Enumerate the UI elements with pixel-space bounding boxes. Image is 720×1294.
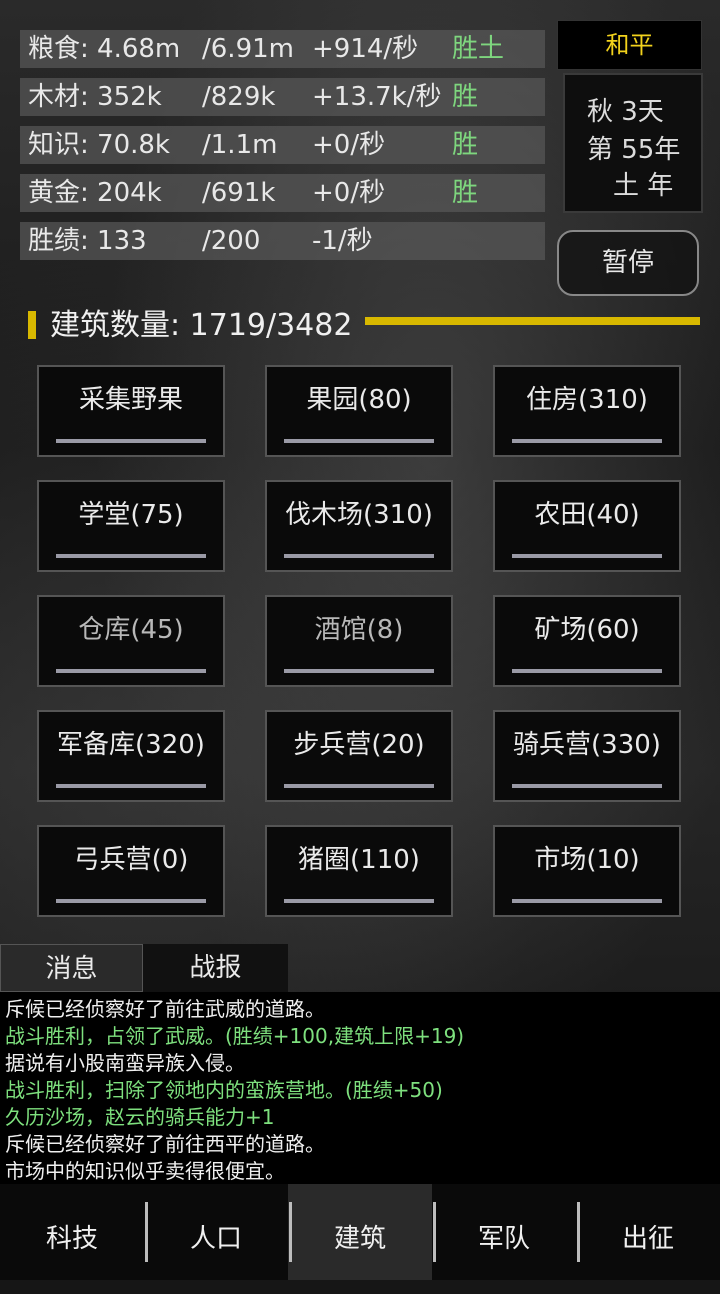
building-label: 住房(310) [526,385,648,415]
building-label: 猪圈(110) [298,845,420,875]
building-button-armory[interactable]: 军备库(320) [37,710,225,802]
building-underline [284,669,434,673]
message-log: 斥候已经侦察好了前往武威的道路。 战斗胜利，占领了武威。(胜绩+100,建筑上限… [0,992,720,1184]
building-label: 军备库(320) [57,730,205,760]
building-underline [512,899,662,903]
nav-divider [433,1202,436,1262]
resource-row-knowledge: 知识: 70.8k /1.1m +0/秒 胜 [20,126,545,164]
log-line: 战斗胜利，扫除了领地内的蛮族营地。(胜绩+50) [5,1078,443,1102]
nav-army[interactable]: 军队 [432,1184,576,1280]
building-label: 骑兵营(330) [513,730,661,760]
resource-row-food: 粮食: 4.68m /6.91m +914/秒 胜土 [20,30,545,68]
building-button-mine[interactable]: 矿场(60) [493,595,681,687]
date-element-year: 土 年 [613,171,674,201]
resource-name: 胜绩: 133 [28,226,147,256]
resource-row-gold: 黄金: 204k /691k +0/秒 胜 [20,174,545,212]
building-label: 弓兵营(0) [73,845,189,875]
building-button-tavern[interactable]: 酒馆(8) [265,595,453,687]
log-line: 久历沙场，赵云的骑兵能力+1 [5,1105,275,1129]
building-label: 农田(40) [534,500,640,530]
resource-max: /200 [202,226,261,256]
nav-divider [289,1202,292,1262]
building-underline [56,899,206,903]
building-underline [56,554,206,558]
building-button-cavalry-camp[interactable]: 骑兵营(330) [493,710,681,802]
building-button-pigsty[interactable]: 猪圈(110) [265,825,453,917]
resource-max: /829k [202,82,276,112]
building-label: 采集野果 [78,385,183,415]
resource-max: /691k [202,178,276,208]
resource-rate: +914/秒 [312,34,419,64]
building-count-label: 建筑数量: 1719/3482 [50,308,353,343]
building-button-school[interactable]: 学堂(75) [37,480,225,572]
building-button-farmland[interactable]: 农田(40) [493,480,681,572]
log-line: 市场中的知识似乎卖得很便宜。 [5,1159,285,1183]
date-panel: 秋 3天 第 55年 土 年 [563,73,703,213]
building-underline [284,899,434,903]
building-count-bar [365,317,700,325]
building-label: 学堂(75) [78,500,184,530]
building-button-infantry-camp[interactable]: 步兵营(20) [265,710,453,802]
resource-row-victory: 胜绩: 133 /200 -1/秒 [20,222,545,260]
date-year: 第 55年 [587,135,681,165]
resource-max: /6.91m [202,34,294,64]
resource-rate: +13.7k/秒 [312,82,442,112]
resource-flag: 胜土 [452,34,505,64]
nav-expedition[interactable]: 出征 [576,1184,720,1280]
resource-rate: -1/秒 [312,226,373,256]
building-button-housing[interactable]: 住房(310) [493,365,681,457]
peace-status-badge: 和平 [557,20,702,70]
building-underline [512,669,662,673]
resource-name: 黄金: 204k [28,178,162,208]
date-season-day: 秋 3天 [587,97,664,127]
nav-buildings[interactable]: 建筑 [288,1184,432,1280]
building-label: 果园(80) [306,385,412,415]
building-label: 矿场(60) [534,615,640,645]
building-underline [284,784,434,788]
building-underline [56,669,206,673]
building-underline [56,784,206,788]
resource-name: 知识: 70.8k [28,130,170,160]
log-line: 斥候已经侦察好了前往武威的道路。 [5,997,325,1021]
building-underline [284,554,434,558]
building-button-warehouse[interactable]: 仓库(45) [37,595,225,687]
building-label: 伐木场(310) [285,500,433,530]
building-button-gather-fruit[interactable]: 采集野果 [37,365,225,457]
nav-divider [577,1202,580,1262]
resource-rate: +0/秒 [312,130,386,160]
resource-flag: 胜 [452,82,479,112]
building-underline [56,439,206,443]
tab-messages[interactable]: 消息 [0,944,143,992]
tab-battle-report[interactable]: 战报 [143,944,288,992]
resource-max: /1.1m [202,130,278,160]
pause-button[interactable]: 暂停 [557,230,699,296]
building-underline [512,439,662,443]
resource-flag: 胜 [452,130,479,160]
building-label: 市场(10) [534,845,640,875]
building-underline [284,439,434,443]
resource-name: 粮食: 4.68m [28,34,181,64]
section-marker [28,311,36,339]
resource-flag: 胜 [452,178,479,208]
building-label: 酒馆(8) [314,615,404,645]
nav-tech[interactable]: 科技 [0,1184,144,1280]
building-button-orchard[interactable]: 果园(80) [265,365,453,457]
resource-rate: +0/秒 [312,178,386,208]
building-button-market[interactable]: 市场(10) [493,825,681,917]
nav-population[interactable]: 人口 [144,1184,288,1280]
resource-row-wood: 木材: 352k /829k +13.7k/秒 胜 [20,78,545,116]
building-label: 仓库(45) [78,615,184,645]
resource-name: 木材: 352k [28,82,162,112]
building-button-archer-camp[interactable]: 弓兵营(0) [37,825,225,917]
nav-divider [145,1202,148,1262]
bottom-nav: 科技 人口 建筑 军队 出征 [0,1184,720,1280]
log-line: 斥候已经侦察好了前往西平的道路。 [5,1132,325,1156]
log-line: 战斗胜利，占领了武威。(胜绩+100,建筑上限+19) [5,1024,465,1048]
building-underline [512,554,662,558]
log-line: 据说有小股南蛮异族入侵。 [5,1051,245,1075]
building-button-lumber-mill[interactable]: 伐木场(310) [265,480,453,572]
building-underline [512,784,662,788]
building-label: 步兵营(20) [293,730,425,760]
